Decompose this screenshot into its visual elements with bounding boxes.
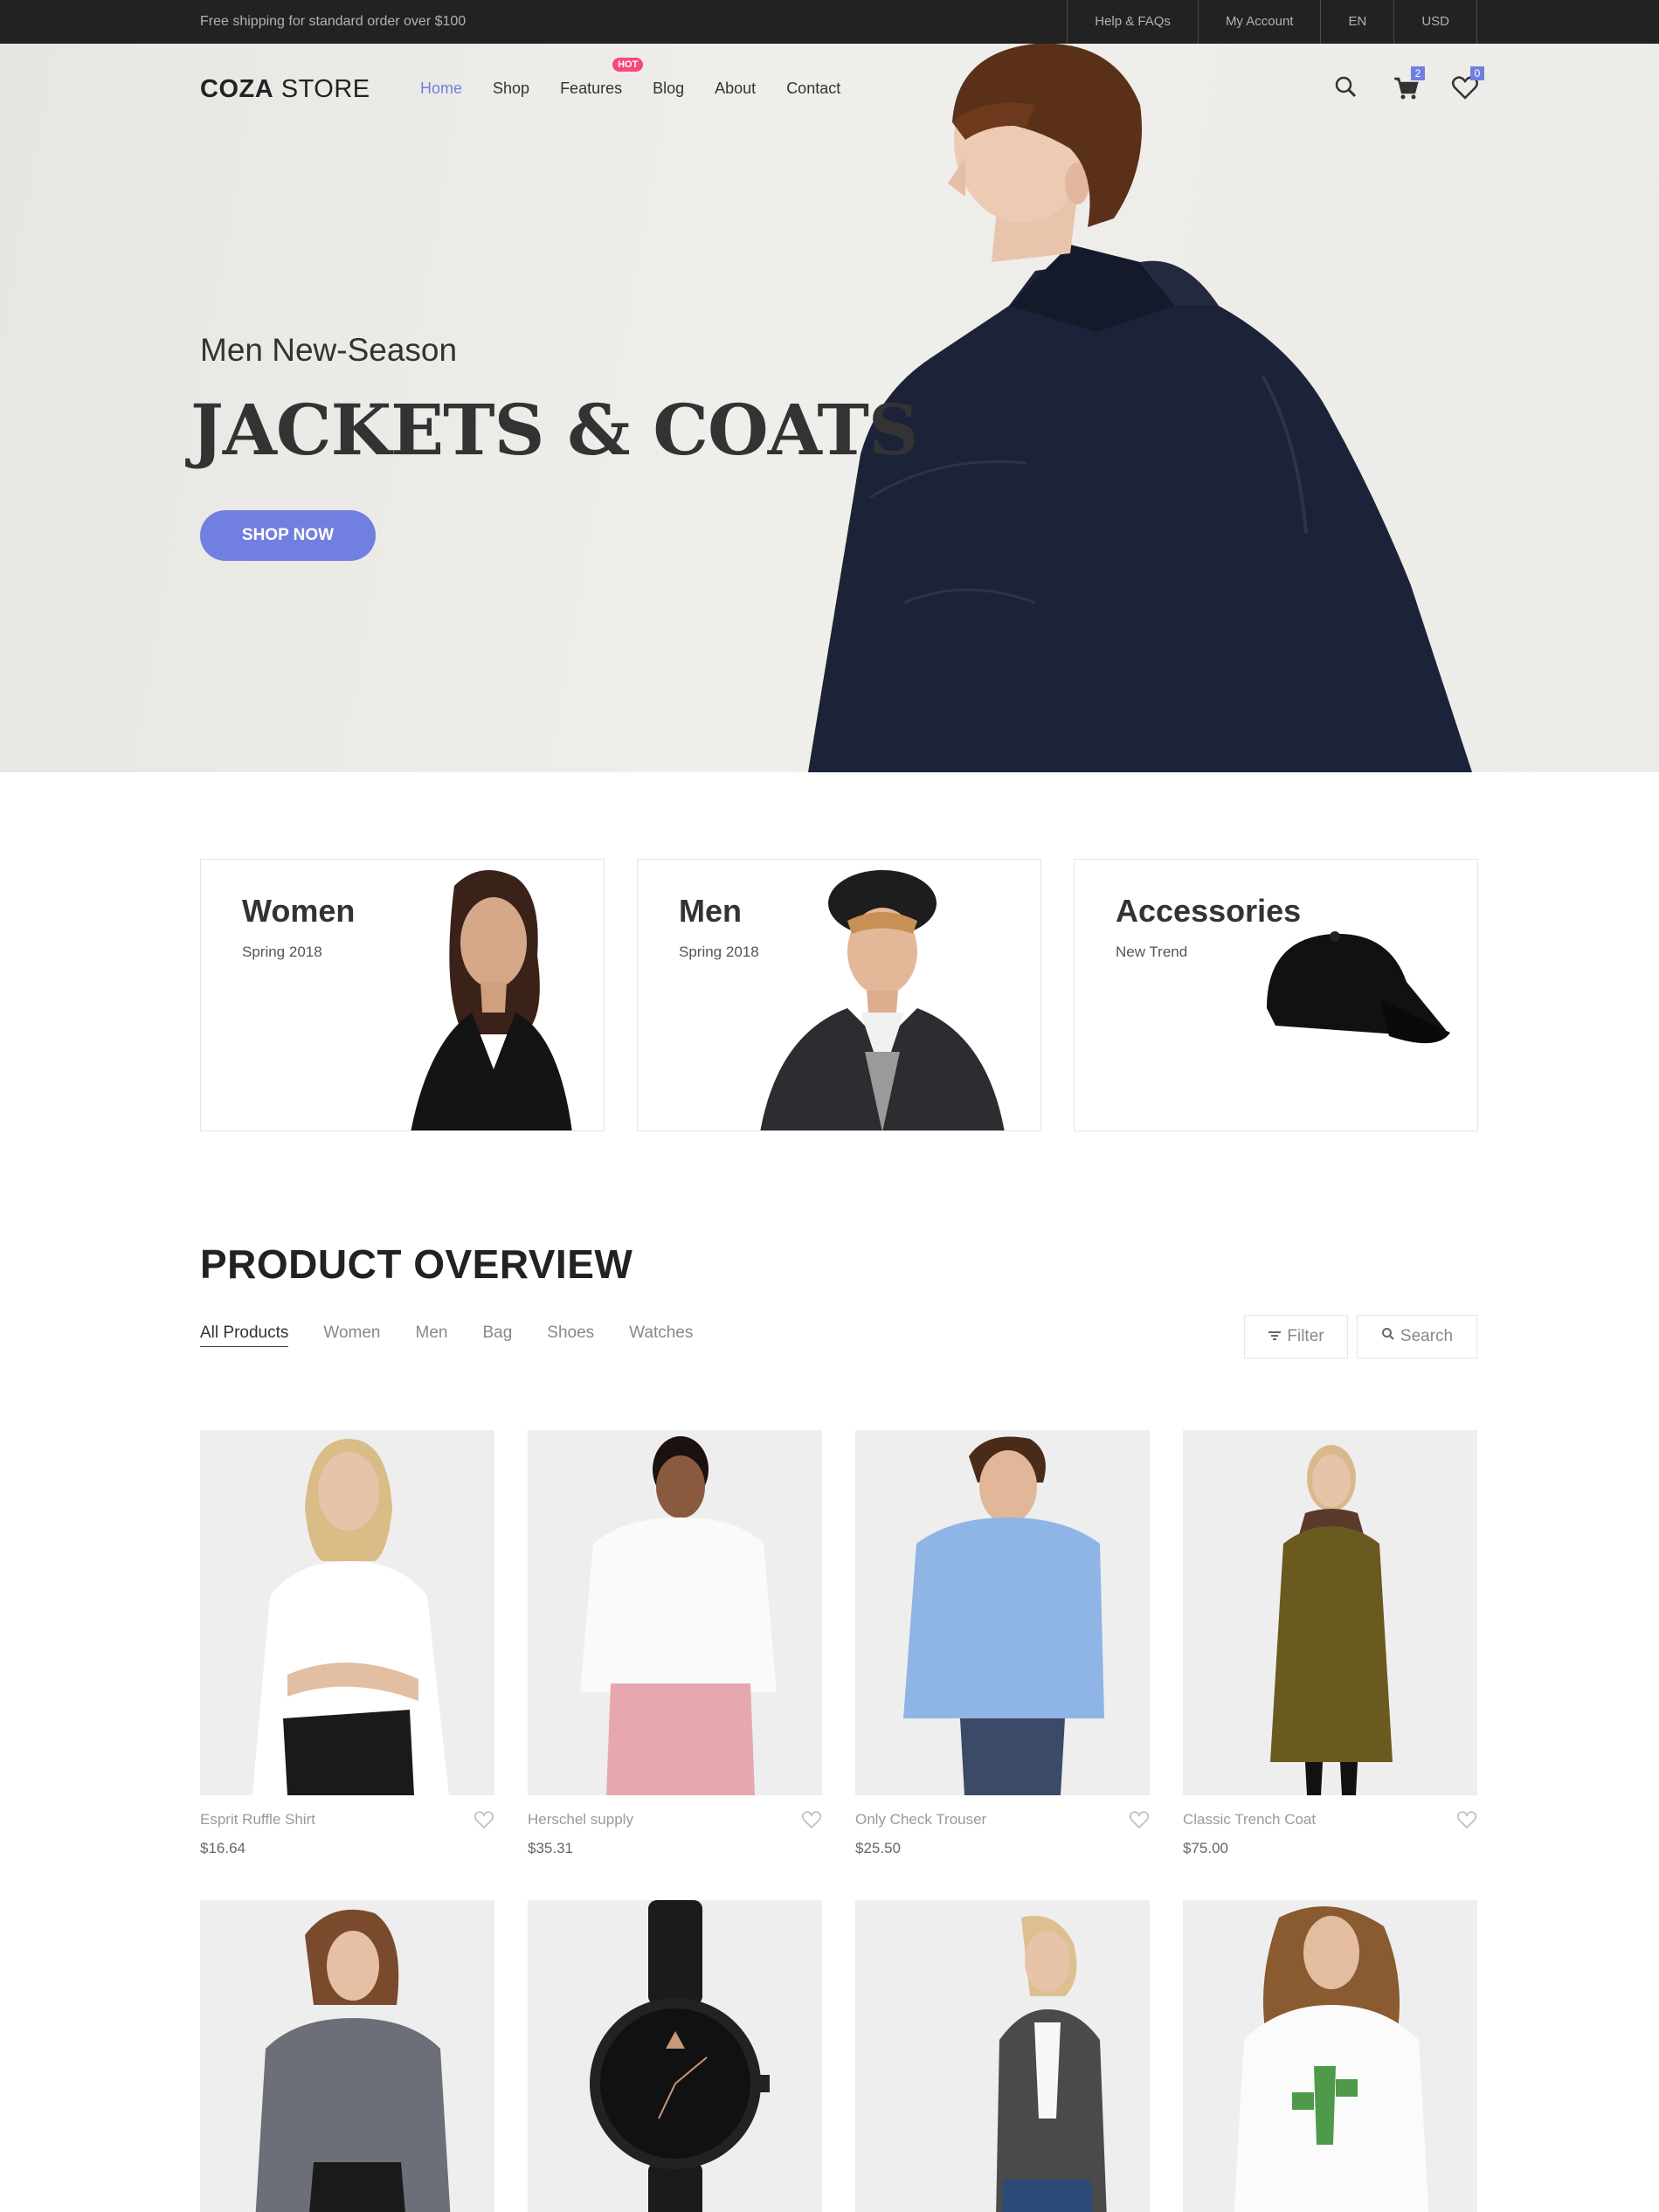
product-name[interactable]: Herschel supply xyxy=(528,1811,633,1828)
product-image[interactable] xyxy=(855,1430,1150,1795)
hot-badge: HOT xyxy=(612,58,644,72)
nav-blog[interactable]: Blog xyxy=(653,75,684,101)
filter-women[interactable]: Women xyxy=(323,1324,380,1347)
help-faqs-link[interactable]: Help & FAQs xyxy=(1067,0,1198,44)
banner-subtitle: New Trend xyxy=(1116,944,1188,960)
section-title: PRODUCT OVERVIEW xyxy=(200,1241,633,1287)
product-image[interactable] xyxy=(528,1430,822,1795)
filter-button[interactable]: Filter xyxy=(1244,1315,1348,1358)
product-image[interactable] xyxy=(528,1900,822,2212)
banner-title: Accessories xyxy=(1116,893,1302,929)
hero-subtitle: Men New-Season xyxy=(200,332,458,368)
product-name[interactable]: Classic Trench Coat xyxy=(1183,1811,1316,1828)
main-nav: Home Shop Features HOT Blog About Contact xyxy=(420,58,871,101)
filter-bag[interactable]: Bag xyxy=(482,1324,512,1347)
heart-icon[interactable] xyxy=(1456,1809,1477,1830)
header-icons: 2 0 xyxy=(1331,66,1484,103)
banner-subtitle: Spring 2018 xyxy=(242,944,322,960)
product-price: $16.64 xyxy=(200,1840,245,1856)
nav-home[interactable]: Home xyxy=(420,75,462,101)
cart-icon[interactable]: 2 xyxy=(1390,66,1425,103)
product-name[interactable]: Only Check Trouser xyxy=(855,1811,986,1828)
cap-image xyxy=(1267,931,1450,1044)
product-price: $75.00 xyxy=(1183,1840,1228,1856)
product-image[interactable] xyxy=(200,1900,494,2212)
cart-count-badge: 2 xyxy=(1411,66,1425,80)
banner-title: Women xyxy=(242,893,356,929)
search-icon[interactable] xyxy=(1331,72,1362,103)
product-price: $35.31 xyxy=(528,1840,573,1856)
wishlist-icon[interactable]: 0 xyxy=(1449,66,1484,103)
banner-men[interactable]: Men Spring 2018 xyxy=(637,859,1041,1131)
men-model-image xyxy=(760,870,1005,1130)
product-name[interactable]: Esprit Ruffle Shirt xyxy=(200,1811,315,1828)
heart-icon[interactable] xyxy=(474,1809,494,1830)
search-toggle-button[interactable]: Search xyxy=(1357,1315,1477,1358)
heart-icon[interactable] xyxy=(801,1809,822,1830)
search-icon xyxy=(1381,1316,1395,1358)
language-selector[interactable]: EN xyxy=(1320,0,1393,44)
shipping-notice: Free shipping for standard order over $1… xyxy=(200,14,467,29)
hero-title: JACKETS & COATS xyxy=(190,389,919,471)
product-price: $25.50 xyxy=(855,1840,901,1856)
product-image[interactable] xyxy=(1183,1900,1477,2212)
product-image[interactable] xyxy=(855,1900,1150,2212)
top-links: Help & FAQs My Account EN USD xyxy=(1067,0,1477,44)
top-bar: Free shipping for standard order over $1… xyxy=(0,0,1659,44)
banner-accessories[interactable]: Accessories New Trend xyxy=(1074,859,1478,1131)
filter-all-products[interactable]: All Products xyxy=(200,1324,289,1347)
filter-watches[interactable]: Watches xyxy=(629,1324,693,1347)
my-account-link[interactable]: My Account xyxy=(1197,0,1321,44)
hero-model-image xyxy=(808,44,1472,772)
heart-icon[interactable] xyxy=(1129,1809,1150,1830)
hero-slider: COZA STORE Home Shop Features HOT Blog Ab… xyxy=(0,44,1659,772)
women-model-image xyxy=(411,870,572,1130)
shop-now-button[interactable]: SHOP NOW xyxy=(200,510,376,561)
wishlist-count-badge: 0 xyxy=(1470,66,1484,80)
product-image[interactable] xyxy=(1183,1430,1477,1795)
nav-shop[interactable]: Shop xyxy=(493,75,529,101)
filter-shoes[interactable]: Shoes xyxy=(547,1324,594,1347)
banner-women[interactable]: Women Spring 2018 xyxy=(200,859,605,1131)
nav-contact[interactable]: Contact xyxy=(786,75,840,101)
category-filter-tabs: All Products Women Men Bag Shoes Watches xyxy=(200,1324,728,1347)
filter-icon xyxy=(1268,1316,1282,1358)
currency-selector[interactable]: USD xyxy=(1393,0,1477,44)
nav-features[interactable]: Features HOT xyxy=(560,58,644,101)
banner-title: Men xyxy=(679,893,742,929)
product-image[interactable] xyxy=(200,1430,494,1795)
banner-subtitle: Spring 2018 xyxy=(679,944,759,960)
filter-men[interactable]: Men xyxy=(416,1324,448,1347)
nav-about[interactable]: About xyxy=(715,75,756,101)
site-logo[interactable]: COZA STORE xyxy=(200,75,370,104)
